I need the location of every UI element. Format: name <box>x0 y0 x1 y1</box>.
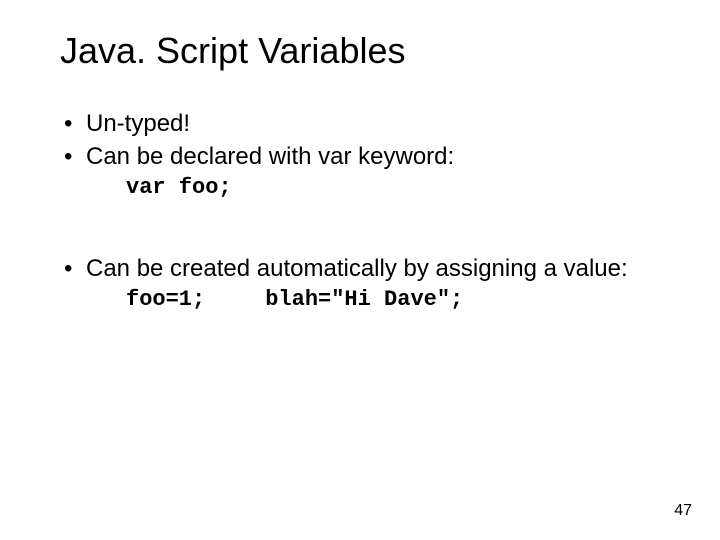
bullet-item: Can be declared with var keyword: var fo… <box>60 141 660 203</box>
bullet-item: Un-typed! <box>60 108 660 139</box>
code-line: foo=1; <box>126 286 205 315</box>
code-line: var foo; <box>126 174 660 203</box>
code-row: foo=1; blah="Hi Dave"; <box>126 286 660 315</box>
bullet-text: Can be declared with var keyword: <box>86 143 454 170</box>
spacer <box>60 205 660 253</box>
bullet-list: Can be created automatically by assignin… <box>60 253 660 315</box>
bullet-text: Can be created automatically by assignin… <box>86 255 628 282</box>
slide-title: Java. Script Variables <box>60 30 660 72</box>
bullet-item: Can be created automatically by assignin… <box>60 253 660 315</box>
page-number: 47 <box>674 502 692 520</box>
bullet-list: Un-typed! Can be declared with var keywo… <box>60 108 660 203</box>
code-line: blah="Hi Dave"; <box>265 286 463 315</box>
bullet-text: Un-typed! <box>86 110 190 137</box>
slide: Java. Script Variables Un-typed! Can be … <box>0 0 720 315</box>
